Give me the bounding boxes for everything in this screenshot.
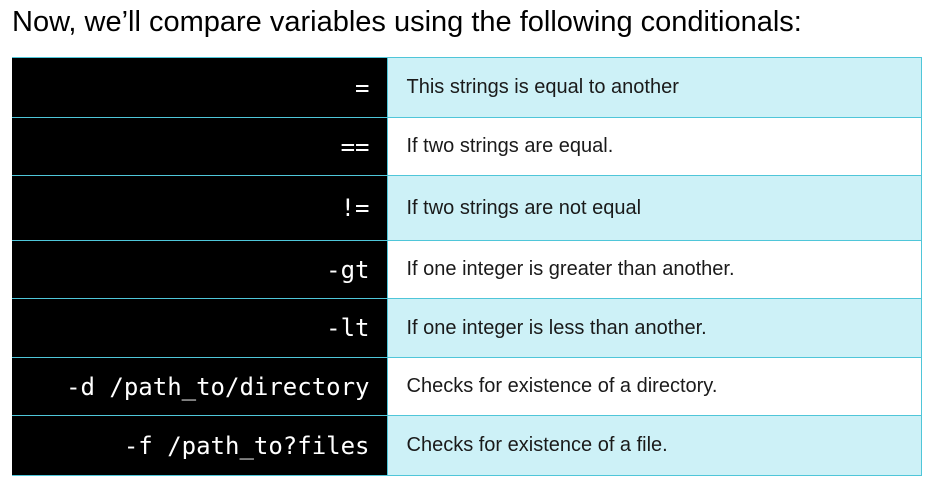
table-row: = This strings is equal to another <box>12 57 922 118</box>
table-row: != If two strings are not equal <box>12 175 922 241</box>
operator-cell: != <box>12 175 387 241</box>
operator-cell: -lt <box>12 298 387 358</box>
description-cell: Checks for existence of a file. <box>386 415 922 476</box>
description-cell: If one integer is less than another. <box>386 298 922 358</box>
table-row: -d /path_to/directory Checks for existen… <box>12 357 922 416</box>
table-row: -gt If one integer is greater than anoth… <box>12 240 922 299</box>
operator-cell: -f /path_to?files <box>12 415 387 476</box>
description-cell: Checks for existence of a directory. <box>386 357 922 416</box>
table-row: -f /path_to?files Checks for existence o… <box>12 415 922 476</box>
description-cell: If two strings are equal. <box>386 117 922 176</box>
description-cell: This strings is equal to another <box>386 57 922 118</box>
table-row: == If two strings are equal. <box>12 117 922 176</box>
page-title: Now, we’ll compare variables using the f… <box>12 6 802 38</box>
operator-cell: -gt <box>12 240 387 299</box>
operator-cell: = <box>12 57 387 118</box>
description-cell: If one integer is greater than another. <box>386 240 922 299</box>
description-cell: If two strings are not equal <box>386 175 922 241</box>
table-row: -lt If one integer is less than another. <box>12 298 922 358</box>
conditionals-table: = This strings is equal to another == If… <box>12 57 922 476</box>
operator-cell: -d /path_to/directory <box>12 357 387 416</box>
operator-cell: == <box>12 117 387 176</box>
